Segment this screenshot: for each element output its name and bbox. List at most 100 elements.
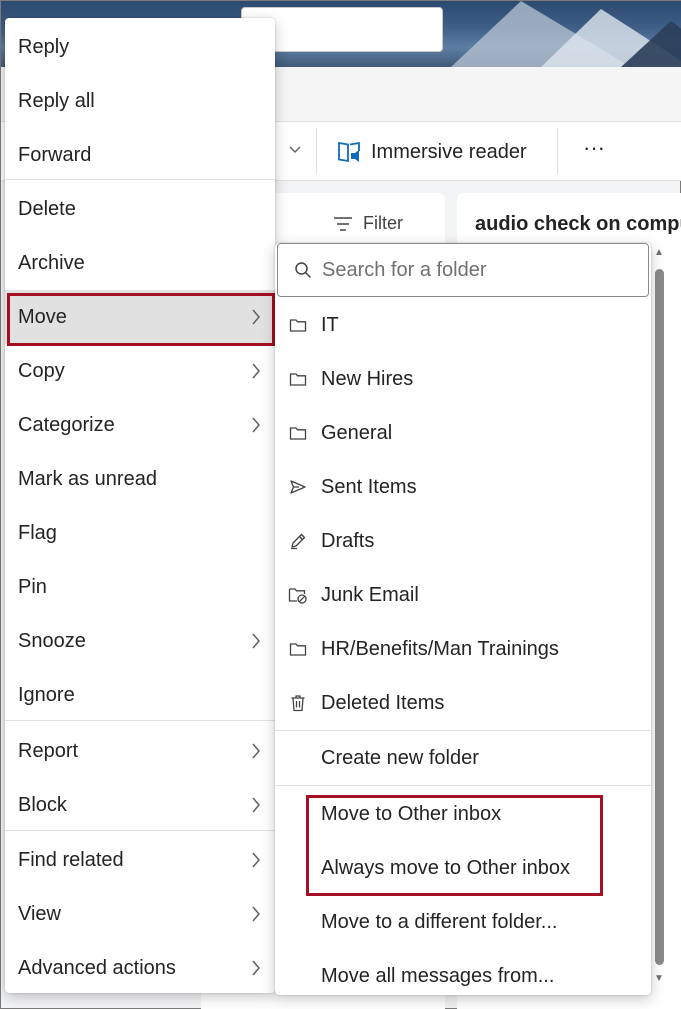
folder-icon [288, 369, 308, 389]
move-all-messages-from-item[interactable]: Move all messages from... [275, 949, 651, 1003]
send-icon [288, 477, 308, 497]
folder-item-label: HR/Benefits/Man Trainings [321, 637, 559, 660]
folder-item-general[interactable]: General [275, 406, 651, 460]
move-to-different-folder-item[interactable]: Move to a different folder... [275, 895, 651, 949]
folder-item-label: Junk Email [321, 583, 419, 606]
menu-item-label: Block [18, 793, 67, 816]
menu-item-forward[interactable]: Forward [5, 128, 275, 182]
message-context-menu: Reply Reply all Forward Delete Archive M… [5, 18, 275, 993]
submenu-scrollbar[interactable]: ▲ ▼ [652, 247, 666, 987]
folder-item-label: Drafts [321, 529, 375, 552]
menu-item-label: Advanced actions [18, 956, 176, 979]
menu-item-label: Find related [18, 848, 124, 871]
chevron-down-icon[interactable] [287, 141, 303, 157]
chevron-right-icon [252, 363, 260, 379]
folder-item-hr-benefits-man-trainings[interactable]: HR/Benefits/Man Trainings [275, 622, 651, 676]
folder-item-label: General [321, 421, 393, 444]
filter-label: Filter [363, 213, 403, 233]
create-new-folder-item[interactable]: Create new folder [275, 731, 651, 785]
menu-item-label: Copy [18, 359, 65, 382]
chevron-right-icon [252, 417, 260, 433]
menu-item-label: Pin [18, 575, 47, 598]
immersive-reader-button[interactable]: Immersive reader [337, 137, 527, 167]
menu-item-label: Reply all [18, 89, 95, 112]
menu-item-flag[interactable]: Flag [5, 506, 275, 560]
menu-item-reply-all[interactable]: Reply all [5, 74, 275, 128]
menu-item-label: Delete [18, 197, 76, 220]
junk-folder-icon [288, 585, 308, 605]
chevron-right-icon [252, 960, 260, 976]
scrollbar-thumb[interactable] [655, 269, 664, 965]
menu-item-label: View [18, 902, 61, 925]
toolbar-divider [316, 128, 317, 174]
folder-search-input[interactable] [322, 258, 642, 282]
menu-item-label: Archive [18, 251, 85, 274]
menu-divider [5, 179, 275, 180]
chevron-right-icon [252, 852, 260, 868]
action-label: Move to Other inbox [321, 802, 502, 825]
menu-item-move[interactable]: Move [5, 290, 275, 344]
filter-icon [334, 216, 352, 231]
trash-icon [288, 693, 308, 713]
immersive-reader-label: Immersive reader [371, 140, 527, 163]
chevron-right-icon [252, 906, 260, 922]
menu-item-snooze[interactable]: Snooze [5, 614, 275, 668]
folder-item-label: IT [321, 313, 339, 336]
menu-item-label: Report [18, 739, 79, 762]
folder-icon [288, 423, 308, 443]
folder-item-label: Deleted Items [321, 691, 445, 714]
filter-button[interactable]: Filter [333, 213, 403, 234]
submenu-divider [275, 785, 651, 786]
action-label: Move all messages from... [321, 964, 555, 987]
chevron-right-icon [252, 309, 260, 325]
menu-item-label: Categorize [18, 413, 115, 436]
immersive-reader-icon [338, 141, 360, 163]
folder-search-box[interactable] [277, 243, 649, 297]
folder-icon [288, 639, 308, 659]
chevron-right-icon [252, 633, 260, 649]
message-subject: audio check on compu [475, 213, 681, 235]
folder-item-new-hires[interactable]: New Hires [275, 352, 651, 406]
menu-item-pin[interactable]: Pin [5, 560, 275, 614]
move-to-other-inbox-item[interactable]: Move to Other inbox [275, 787, 651, 841]
menu-item-label: Flag [18, 521, 57, 544]
always-move-to-other-inbox-item[interactable]: Always move to Other inbox [275, 841, 651, 895]
menu-item-block[interactable]: Block [5, 778, 275, 832]
menu-divider [5, 720, 275, 721]
menu-item-mark-as-unread[interactable]: Mark as unread [5, 452, 275, 506]
folder-item-deleted-items[interactable]: Deleted Items [275, 676, 651, 730]
menu-item-ignore[interactable]: Ignore [5, 668, 275, 722]
menu-item-label: Reply [18, 35, 70, 58]
folder-item-drafts[interactable]: Drafts [275, 514, 651, 568]
action-label: Always move to Other inbox [321, 856, 570, 879]
toolbar-divider [557, 128, 558, 174]
menu-item-view[interactable]: View [5, 887, 275, 941]
folder-item-junk-email[interactable]: Junk Email [275, 568, 651, 622]
menu-item-reply[interactable]: Reply [5, 20, 275, 74]
more-options-button[interactable]: ··· [579, 135, 609, 165]
menu-item-archive[interactable]: Archive [5, 236, 275, 290]
menu-item-label: Snooze [18, 629, 86, 652]
move-submenu: IT New Hires General Sent Items Drafts J… [275, 243, 651, 995]
scroll-down-arrow-icon[interactable]: ▼ [653, 973, 665, 985]
menu-item-label: Ignore [18, 683, 75, 706]
action-label: Create new folder [321, 746, 479, 769]
chevron-right-icon [252, 797, 260, 813]
menu-item-label: Forward [18, 143, 92, 166]
menu-item-copy[interactable]: Copy [5, 344, 275, 398]
menu-item-delete[interactable]: Delete [5, 182, 275, 236]
action-label: Move to a different folder... [321, 910, 558, 933]
menu-item-report[interactable]: Report [5, 724, 275, 778]
folder-icon [288, 315, 308, 335]
search-icon [295, 262, 312, 279]
folder-item-sent-items[interactable]: Sent Items [275, 460, 651, 514]
menu-item-label: Move [18, 305, 67, 328]
menu-divider [5, 830, 275, 831]
scroll-up-arrow-icon[interactable]: ▲ [653, 247, 665, 259]
menu-item-categorize[interactable]: Categorize [5, 398, 275, 452]
menu-item-find-related[interactable]: Find related [5, 833, 275, 887]
folder-item-it[interactable]: IT [275, 298, 651, 352]
folder-item-label: New Hires [321, 367, 414, 390]
menu-item-advanced-actions[interactable]: Advanced actions [5, 941, 275, 995]
pencil-icon [288, 531, 308, 551]
